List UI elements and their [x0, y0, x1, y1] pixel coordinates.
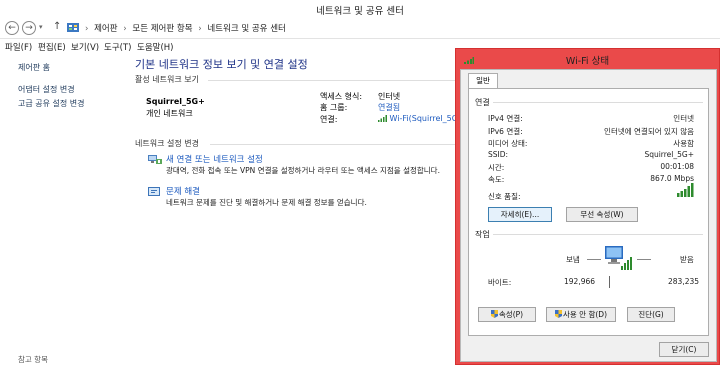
speed-value: 867.0 Mbps — [650, 174, 694, 183]
received-label: 받음 — [680, 255, 694, 264]
disable-button-label: 사용 안 함(D) — [563, 310, 607, 319]
bytes-sent-value: 192,966 — [564, 277, 596, 286]
network-setup-icon — [148, 155, 162, 164]
menu-help[interactable]: 도움말(H) — [137, 41, 173, 53]
divider — [493, 102, 703, 103]
control-panel-icon — [67, 23, 79, 32]
breadcrumb-item[interactable]: 네트워크 및 공유 센터 — [207, 24, 286, 34]
troubleshoot-icon — [148, 187, 160, 196]
signal-quality-label: 신호 품질: — [488, 192, 521, 201]
sent-label: 보냄 — [566, 255, 580, 264]
dialog-body: 일반 연결 IPv4 연결: 인터넷 IPv6 연결: 인터넷에 연결되어 있지… — [460, 69, 717, 362]
properties-button-label: 속성(P) — [498, 310, 524, 319]
new-connection-link[interactable]: 새 연결 또는 네트워크 설정 — [166, 153, 263, 165]
active-networks-heading: 활성 네트워크 보기 — [135, 75, 199, 84]
wifi-signal-icon — [378, 115, 387, 122]
breadcrumb-separator-icon: › — [85, 24, 89, 34]
bytes-label: 바이트: — [488, 278, 512, 287]
menu-tools[interactable]: 도구(T) — [104, 41, 131, 53]
sidebar-item-control-panel-home[interactable]: 제어판 홈 — [18, 62, 50, 73]
recent-pages-chevron-icon[interactable]: ▾ — [39, 23, 43, 31]
wifi-status-dialog: Wi-Fi 상태 일반 연결 IPv4 연결: 인터넷 IPv6 연결: 인터넷… — [455, 48, 720, 365]
breadcrumb-item[interactable]: 모든 제어판 항목 — [132, 24, 192, 34]
signal-quality-bars-icon — [677, 183, 694, 197]
duration-label: 시간: — [488, 163, 505, 172]
ssid-value: Squirrel_5G+ — [644, 150, 694, 159]
divider — [637, 259, 651, 260]
access-type-value: 인터넷 — [378, 92, 401, 101]
ssid-label: SSID: — [488, 150, 509, 159]
ipv6-label: IPv6 연결: — [488, 127, 523, 136]
menu-edit[interactable]: 편집(E) — [38, 41, 66, 53]
uac-shield-icon — [555, 310, 562, 318]
duration-value: 00:01:08 — [660, 162, 694, 171]
ipv4-label: IPv4 연결: — [488, 114, 523, 123]
ipv4-value: 인터넷 — [673, 114, 694, 123]
see-also-heading: 참고 항목 — [18, 355, 48, 364]
connection-label: 연결: — [320, 115, 338, 124]
change-settings-heading: 네트워크 설정 변경 — [135, 139, 199, 148]
homegroup-link[interactable]: 연결됨 — [378, 102, 400, 113]
troubleshoot-description: 네트워크 문제를 진단 및 해결하거나 문제 해결 정보를 얻습니다. — [166, 198, 367, 207]
sidebar-item-advanced-sharing[interactable]: 고급 공유 설정 변경 — [18, 98, 85, 109]
activity-group-heading: 작업 — [475, 230, 490, 239]
network-activity-icon — [605, 246, 632, 270]
breadcrumb: › 제어판 › 모든 제어판 항목 › 네트워크 및 공유 센터 — [82, 22, 286, 34]
divider — [210, 144, 458, 145]
sidebar: 제어판 홈 어댑터 설정 변경 고급 공유 설정 변경 참고 항목 — [0, 54, 118, 365]
breadcrumb-separator-icon: › — [123, 24, 127, 34]
wireless-properties-button[interactable]: 무선 속성(W) — [566, 207, 638, 222]
divider — [208, 80, 458, 81]
window-titlebar: 네트워크 및 공유 센터 — [0, 0, 720, 17]
new-connection-item: 새 연결 또는 네트워크 설정 광대역, 전화 접속 또는 VPN 연결을 설정… — [148, 153, 458, 177]
breadcrumb-separator-icon: › — [198, 24, 202, 34]
troubleshoot-item: 문제 해결 네트워크 문제를 진단 및 해결하거나 문제 해결 정보를 얻습니다… — [148, 185, 458, 209]
back-icon[interactable]: ← — [5, 21, 19, 35]
divider — [609, 276, 610, 288]
diagnose-button[interactable]: 진단(G) — [627, 307, 675, 322]
divider — [493, 234, 703, 235]
menu-view[interactable]: 보기(V) — [71, 41, 99, 53]
uac-shield-icon — [490, 310, 498, 318]
access-type-label: 액세스 형식: — [320, 92, 363, 101]
sidebar-item-adapter-settings[interactable]: 어댑터 설정 변경 — [18, 84, 75, 95]
address-bar: ← → ▾ ↑ › 제어판 › 모든 제어판 항목 › 네트워크 및 공유 센터 — [0, 17, 720, 39]
bytes-received-value: 283,235 — [668, 277, 700, 286]
up-arrow-icon[interactable]: ↑ — [53, 21, 61, 32]
network-name: Squirrel_5G+ — [146, 97, 205, 106]
breadcrumb-item[interactable]: 제어판 — [94, 24, 117, 34]
network-type[interactable]: 개인 네트워크 — [146, 108, 193, 119]
general-tab-panel: 연결 IPv4 연결: 인터넷 IPv6 연결: 인터넷에 연결되어 있지 않음… — [468, 88, 709, 336]
new-connection-description: 광대역, 전화 접속 또는 VPN 연결을 설정하거나 라우터 또는 액세스 지… — [166, 166, 440, 175]
tab-general[interactable]: 일반 — [468, 73, 498, 89]
homegroup-label: 홈 그룹: — [320, 103, 348, 112]
close-button[interactable]: 닫기(C) — [659, 342, 709, 357]
connection-group-heading: 연결 — [475, 98, 490, 107]
details-button[interactable]: 자세히(E)... — [488, 207, 552, 222]
forward-icon[interactable]: → — [22, 21, 36, 35]
window-title: 네트워크 및 공유 센터 — [316, 6, 404, 17]
disable-button[interactable]: 사용 안 함(D) — [546, 307, 616, 322]
troubleshoot-link[interactable]: 문제 해결 — [166, 185, 200, 197]
ipv6-value: 인터넷에 연결되어 있지 않음 — [604, 127, 694, 136]
dialog-title: Wi-Fi 상태 — [565, 56, 610, 67]
media-state-value: 사용함 — [673, 139, 694, 148]
speed-label: 속도: — [488, 175, 505, 184]
menu-file[interactable]: 파일(F) — [5, 41, 32, 53]
properties-button[interactable]: 속성(P) — [478, 307, 536, 322]
divider — [587, 259, 601, 260]
media-state-label: 미디어 상태: — [488, 139, 528, 148]
main-content: 기본 네트워크 정보 보기 및 연결 설정 활성 네트워크 보기 Squirre… — [118, 54, 468, 365]
page-title: 기본 네트워크 정보 보기 및 연결 설정 — [135, 58, 308, 71]
